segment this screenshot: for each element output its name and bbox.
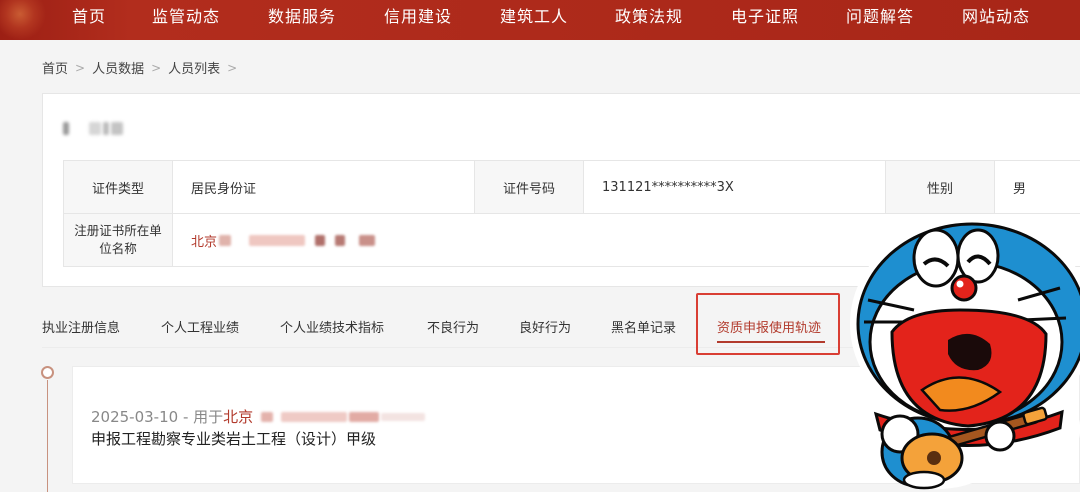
tab-performance-indicators[interactable]: 个人业绩技术指标 [280,317,384,336]
breadcrumb-person-list[interactable]: 人员列表 [168,58,220,77]
company-label: 注册证书所在单位名称 [63,213,173,267]
brand-decoration [0,0,60,40]
company-name-visible: 北京 [191,234,218,250]
record-company-redacted [381,412,426,421]
record-title: 申报工程勘察专业类岩土工程（设计）甲级 [91,430,377,448]
nav-item-e-license[interactable]: 电子证照 [731,3,799,27]
nav-item-home[interactable]: 首页 [72,3,106,27]
record-company-redacted [281,411,348,422]
nav-item-news[interactable]: 网站动态 [962,3,1030,27]
nav-item-supervision[interactable]: 监管动态 [152,3,220,27]
id-type-value: 居民身份证 [172,160,475,214]
nav-item-credit[interactable]: 信用建设 [384,3,452,27]
breadcrumb: 首页 > 人员数据 > 人员列表 > [42,58,244,78]
chevron-right-icon: > [75,60,86,75]
timeline-dot-icon [41,366,54,379]
record-company-redacted [349,411,380,422]
nose-shine [956,280,964,288]
company-name-redacted [249,234,306,246]
tab-good-behavior[interactable]: 良好行为 [519,317,571,336]
id-number-value: 131121**********3X [583,160,886,214]
company-name-redacted [315,234,326,246]
company-name-redacted [359,234,376,246]
company-name-redacted [219,234,232,246]
page: 首页 监管动态 数据服务 信用建设 建筑工人 政策法规 电子证照 问题解答 网站… [0,0,1080,492]
id-number-label: 证件号码 [474,160,584,214]
nose [950,274,978,302]
record-location: 北京 [223,408,254,426]
top-navigation: 首页 监管动态 数据服务 信用建设 建筑工人 政策法规 电子证照 问题解答 网站… [0,0,1080,40]
gender-label: 性别 [885,160,995,214]
nav-item-data-service[interactable]: 数据服务 [268,3,336,27]
record-date: 2025-03-10 - 用于 [91,408,224,426]
nav-item-workers[interactable]: 建筑工人 [500,3,568,27]
company-name-redacted [335,234,346,246]
chevron-right-icon: > [227,60,238,75]
breadcrumb-person-data[interactable]: 人员数据 [92,58,144,77]
tab-bad-behavior[interactable]: 不良行为 [427,317,479,336]
id-type-label: 证件类型 [63,160,173,214]
annotation-highlight-box [696,293,840,355]
doraemon-sticker [850,216,1080,490]
chevron-right-icon: > [151,60,162,75]
tab-personal-projects[interactable]: 个人工程业绩 [161,317,239,336]
nav-item-policy[interactable]: 政策法规 [615,3,683,27]
record-company-redacted [261,411,274,422]
foot [902,470,946,490]
record-date-line: 2025-03-10 - 用于 北京 [91,406,426,427]
gender-value: 男 [994,160,1080,214]
breadcrumb-home[interactable]: 首页 [42,58,68,77]
person-name-redacted [63,116,135,136]
tab-practice-registration[interactable]: 执业注册信息 [42,317,120,336]
nav-item-faq[interactable]: 问题解答 [846,3,914,27]
timeline-line [47,380,48,492]
tab-blacklist[interactable]: 黑名单记录 [611,317,676,336]
right-hand [984,420,1016,452]
